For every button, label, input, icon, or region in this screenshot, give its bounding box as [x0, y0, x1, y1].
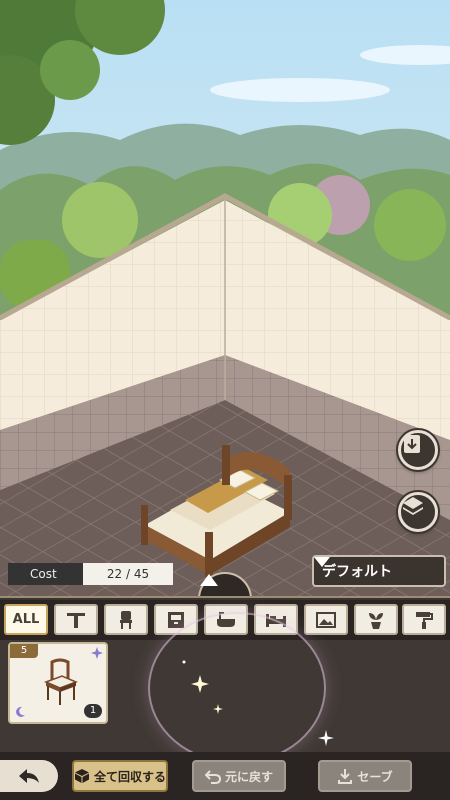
tab-paint[interactable]	[402, 604, 446, 635]
rotate-view-button[interactable]	[398, 492, 438, 532]
back-button[interactable]	[0, 760, 58, 792]
chevron-up-icon	[200, 574, 218, 586]
undo-label: 元に戻す	[224, 769, 273, 784]
tab-all[interactable]: ALL	[4, 604, 48, 635]
tab-picture[interactable]	[304, 604, 348, 635]
paint-roller-icon	[416, 611, 433, 629]
tab-all-label: ALL	[12, 612, 40, 627]
collect-all-label: 全て回収する	[94, 769, 167, 784]
tab-plant[interactable]	[354, 604, 398, 635]
chair-icon	[120, 610, 132, 629]
chair-thumbnail	[43, 658, 79, 705]
collect-all-button[interactable]: 全て回収する	[72, 760, 168, 792]
cost-value: 22 / 45	[83, 563, 173, 585]
undo-button[interactable]: 元に戻す	[192, 760, 286, 792]
preset-dropdown[interactable]: デフォルト	[312, 555, 446, 587]
layers-icon	[403, 497, 423, 515]
back-arrow-icon	[19, 769, 39, 783]
cost-indicator: Cost 22 / 45	[8, 563, 173, 585]
box-icon	[75, 769, 89, 783]
tray-down-icon	[404, 435, 420, 453]
tab-table[interactable]	[54, 604, 98, 635]
cost-label: Cost	[8, 563, 83, 585]
room-illustration	[0, 0, 450, 600]
preset-label: デフォルト	[322, 564, 392, 580]
download-icon	[338, 769, 353, 784]
undo-icon	[204, 770, 221, 784]
picture-icon	[316, 611, 336, 628]
plant-icon	[369, 612, 383, 629]
inventory-item-chair[interactable]: 5 1	[8, 642, 108, 724]
item-count-badge: 1	[84, 704, 102, 718]
sparkle-icon	[91, 647, 103, 659]
chevron-down-icon	[314, 557, 330, 567]
room-scene[interactable]: Cost 22 / 45 デフォルト	[0, 0, 450, 600]
action-bar: 全て回収する 元に戻す セーブ	[0, 752, 450, 800]
tab-chair[interactable]	[104, 604, 148, 635]
export-furniture-button[interactable]	[398, 430, 438, 470]
save-label: セーブ	[357, 769, 393, 784]
sparkle-effect-small-icon	[318, 730, 334, 746]
sparkle-effect-icon	[182, 660, 223, 714]
item-cost-badge: 5	[10, 644, 38, 658]
save-button[interactable]: セーブ	[318, 760, 412, 792]
table-icon	[67, 612, 85, 628]
moon-icon	[16, 706, 25, 717]
